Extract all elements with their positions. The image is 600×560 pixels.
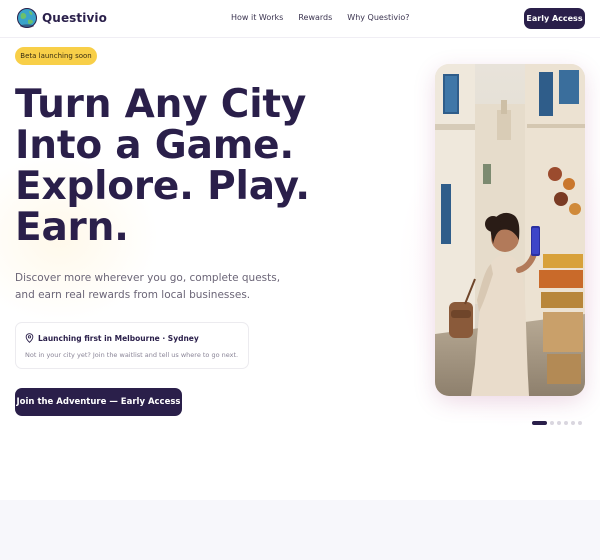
nav-link-rewards[interactable]: Rewards (298, 13, 332, 22)
carousel-dot-3[interactable] (557, 421, 561, 425)
nav-links: How it Works Rewards Why Questivio? (231, 13, 409, 22)
beta-badge: Beta launching soon (15, 47, 97, 65)
nav-link-why-questivio[interactable]: Why Questivio? (347, 13, 409, 22)
hero-photo (435, 64, 585, 396)
headline-line-3: Explore. Play. (15, 164, 310, 209)
launch-title-row: Launching first in Melbourne · Sydney (25, 333, 199, 343)
early-access-button[interactable]: Early Access (524, 8, 585, 29)
hero-headline: Turn Any City Into a Game. Explore. Play… (15, 84, 315, 248)
globe-icon (17, 8, 37, 28)
launch-info-card: Launching first in Melbourne · Sydney No… (15, 322, 249, 369)
carousel-dots (532, 421, 582, 425)
nav-link-how-it-works[interactable]: How it Works (231, 13, 283, 22)
brand-name: Questivio (42, 11, 107, 25)
navbar: Questivio How it Works Rewards Why Quest… (0, 0, 600, 38)
brand-logo[interactable]: Questivio (16, 7, 107, 29)
hero-photo-illustration (435, 64, 585, 396)
join-adventure-button[interactable]: Join the Adventure — Early Access (15, 388, 182, 416)
next-section-band (0, 500, 600, 560)
launch-title: Launching first in Melbourne · Sydney (38, 333, 199, 343)
headline-line-4: Earn. (15, 205, 129, 250)
launch-subtitle: Not in your city yet? Join the waitlist … (25, 351, 239, 359)
carousel-dot-5[interactable] (571, 421, 575, 425)
carousel-dot-1[interactable] (532, 421, 547, 425)
carousel-dot-4[interactable] (564, 421, 568, 425)
carousel-dot-2[interactable] (550, 421, 554, 425)
headline-line-2: Into a Game. (15, 123, 295, 168)
headline-line-1: Turn Any City (15, 82, 307, 127)
carousel-dot-6[interactable] (578, 421, 582, 425)
map-pin-icon (25, 333, 34, 343)
hero-subtext: Discover more wherever you go, complete … (15, 272, 281, 301)
